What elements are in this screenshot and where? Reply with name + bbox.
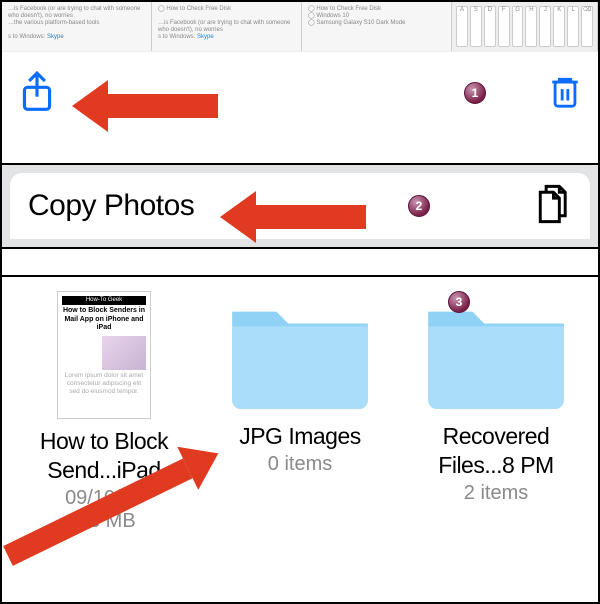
thumb-text: How to Check Free Disk	[316, 6, 381, 12]
doc-headline: How to Block Senders in Mail App on iPho…	[62, 307, 146, 332]
thumb-text: …is Facebook (or are trying to chat with…	[8, 6, 140, 19]
folder-item-jpg[interactable]: JPG Images 0 items	[208, 291, 392, 533]
callout-arrow-1	[72, 80, 218, 132]
thumb-link: Skype	[47, 34, 64, 40]
thumb-safari-3[interactable]: ◯ How to Check Free Disk ◯ Windows 10 ◯ …	[302, 2, 452, 51]
folder-item-recovered[interactable]: RecoveredFiles...8 PM 2 items	[404, 291, 588, 533]
thumb-link: Skype	[197, 34, 214, 40]
thumb-safari-2[interactable]: ◯ How to Check Free Disk …is Facebook (o…	[152, 2, 302, 51]
thumb-text: Windows 10	[316, 13, 349, 19]
step1-panel: …is Facebook (or are trying to chat with…	[2, 2, 598, 137]
callout-arrow-2	[220, 191, 366, 243]
doc-brand: How-To Geek	[62, 296, 146, 305]
documents-icon	[532, 182, 572, 226]
step2-panel: Copy Photos 2	[2, 163, 598, 249]
callout-badge-3: 3	[448, 291, 470, 313]
share-icon	[18, 70, 56, 114]
document-thumbnail: How-To Geek How to Block Senders in Mail…	[57, 291, 151, 419]
callout-badge-1: 1	[464, 82, 486, 104]
copy-photos-row[interactable]: Copy Photos 2	[10, 173, 590, 239]
thumb-safari-1[interactable]: …is Facebook (or are trying to chat with…	[2, 2, 152, 51]
copy-photos-label: Copy Photos	[28, 189, 194, 223]
action-toolbar: 1	[2, 52, 598, 137]
step3-panel: How-To Geek How to Block Senders in Mail…	[2, 275, 598, 602]
thumb-text: …is Facebook (or are trying to chat with…	[158, 20, 290, 33]
delete-button[interactable]	[548, 72, 582, 117]
share-button[interactable]	[18, 70, 56, 119]
trash-icon	[548, 72, 582, 112]
folder-icon	[421, 291, 571, 414]
folder-name: JPG Images	[239, 422, 361, 451]
app-switcher-thumbs: …is Facebook (or are trying to chat with…	[2, 2, 598, 52]
folder-name: RecoveredFiles...8 PM	[438, 422, 553, 480]
callout-badge-2: 2	[408, 195, 430, 217]
thumb-text: …the various platform-based tools	[8, 20, 99, 26]
doc-image-icon	[102, 336, 146, 370]
copy-icon-wrap	[532, 182, 572, 231]
thumb-text: Samsung Galaxy S10 Dark Mode	[316, 20, 405, 26]
thumb-text: s to Windows:	[158, 34, 195, 40]
folder-icon	[225, 291, 375, 414]
thumb-keyboard[interactable]: ASDFGHJKL⌫	[452, 2, 598, 51]
folder-count: 2 items	[464, 482, 528, 505]
thumb-text: How to Check Free Disk	[166, 6, 231, 12]
folder-count: 0 items	[268, 453, 332, 476]
thumb-text: s to Windows:	[8, 34, 45, 40]
